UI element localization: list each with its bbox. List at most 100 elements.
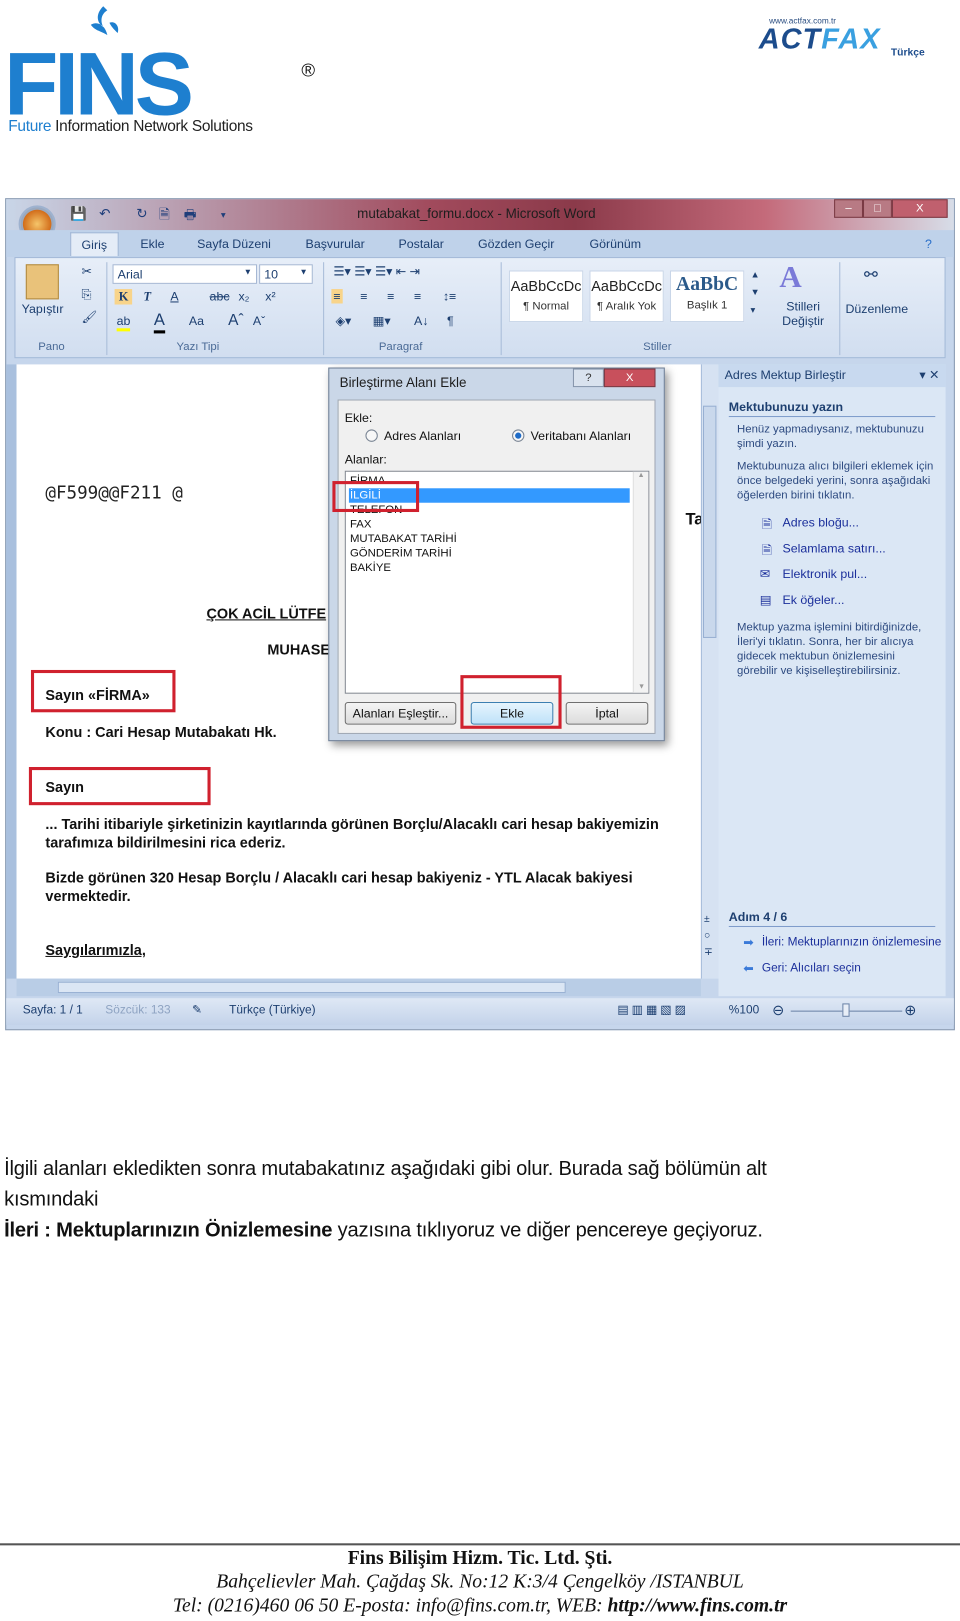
- styles-scroll[interactable]: ▲ ▼ ▾: [750, 266, 759, 319]
- horizontal-scroll-thumb[interactable]: [57, 981, 566, 994]
- browse-object-icons[interactable]: ± ○ ∓: [704, 912, 713, 962]
- customize-toolbar-icon[interactable]: ▾: [221, 210, 226, 221]
- align-left-icon[interactable]: ≡: [331, 289, 343, 304]
- tab-gozden-gecir[interactable]: Gözden Geçir: [478, 236, 554, 250]
- font-name-select[interactable]: Arial ▼: [112, 264, 258, 284]
- shrink-font-icon[interactable]: Aˇ: [253, 314, 265, 328]
- radio-database-fields[interactable]: [512, 429, 525, 442]
- editing-button[interactable]: Düzenleme: [845, 301, 908, 315]
- change-styles-button[interactable]: Stilleri Değiştir: [777, 299, 829, 328]
- line-spacing-icon[interactable]: ↕≡: [443, 289, 456, 303]
- sort-icon[interactable]: A↓: [414, 314, 428, 328]
- proofing-icon[interactable]: ✎: [192, 1002, 202, 1016]
- bold-button[interactable]: K: [114, 289, 133, 305]
- tab-basvurular[interactable]: Başvurular: [306, 236, 365, 250]
- list-scrollbar[interactable]: ▲ ▼: [632, 471, 649, 693]
- change-case-icon[interactable]: Aa: [189, 314, 204, 328]
- dialog-help-button[interactable]: ?: [572, 368, 604, 388]
- tab-ekle[interactable]: Ekle: [140, 236, 164, 250]
- style-preview: AaBbC: [676, 273, 739, 296]
- maximize-button[interactable]: □: [863, 199, 892, 218]
- ribbon-tabs: Giriş Ekle Sayfa Düzeni Başvurular Posta…: [6, 230, 954, 258]
- save-icon[interactable]: 💾: [70, 205, 87, 222]
- style-no-spacing[interactable]: AaBbCcDc ¶ Aralık Yok: [589, 270, 664, 323]
- vertical-scroll-thumb[interactable]: [702, 405, 717, 638]
- cut-icon[interactable]: ✂: [82, 264, 92, 278]
- tab-giris[interactable]: Giriş: [70, 232, 119, 257]
- bullets-icon[interactable]: ☰▾ ☰▾ ☰▾ ⇤ ⇥: [333, 264, 420, 278]
- match-fields-button[interactable]: Alanları Eşleştir...: [344, 701, 457, 725]
- arrow-right-icon: ➡: [743, 935, 754, 950]
- radio-database-label[interactable]: Veritabanı Alanları: [531, 428, 632, 442]
- window-title: mutabakat_formu.docx - Microsoft Word: [357, 205, 596, 221]
- radio-address-label[interactable]: Adres Alanları: [384, 428, 461, 442]
- minimize-button[interactable]: –: [834, 199, 864, 218]
- strikethrough-button[interactable]: abc: [210, 289, 230, 303]
- align-center-icon[interactable]: ≡: [360, 289, 367, 303]
- paragraph-1: ... Tarihi itibariyle şirketinizin kayıt…: [45, 815, 659, 851]
- pilcrow-icon[interactable]: ¶: [447, 314, 454, 328]
- copy-icon[interactable]: ⎘: [82, 287, 92, 302]
- zoom-level[interactable]: %100: [729, 1004, 759, 1016]
- tab-gorunum[interactable]: Görünüm: [589, 236, 641, 250]
- font-size-select[interactable]: 10 ▼: [259, 264, 313, 284]
- align-right-icon[interactable]: ≡: [387, 289, 394, 303]
- borders-icon[interactable]: ▦▾: [373, 314, 391, 328]
- subscript-button[interactable]: x₂: [238, 289, 249, 303]
- list-item[interactable]: GÖNDERİM TARİHİ: [349, 546, 630, 560]
- list-item[interactable]: MUTABAKAT TARİHİ: [349, 532, 630, 546]
- tab-postalar[interactable]: Postalar: [398, 236, 443, 250]
- font-color-icon[interactable]: A: [153, 312, 165, 334]
- shading-icon[interactable]: ◈▾: [335, 314, 351, 328]
- print-icon[interactable]: 🖶: [184, 205, 197, 228]
- font-size-value: 10: [264, 267, 279, 282]
- list-item[interactable]: FAX: [349, 517, 630, 531]
- ribbon: Yapıştır ✂ ⎘ 🖌 Pano Arial ▼ 10 ▼ K T A abc…: [14, 257, 946, 359]
- pane-close-icon[interactable]: ▾ ✕: [919, 367, 939, 381]
- zoom-out-icon[interactable]: ⊖: [772, 1001, 784, 1019]
- paste-icon[interactable]: [25, 264, 59, 300]
- actfax-name-b: FAX: [821, 22, 881, 55]
- tab-sayfa-duzeni[interactable]: Sayfa Düzeni: [197, 236, 271, 250]
- print-preview-icon[interactable]: 🗎: [159, 205, 170, 228]
- radio-address-fields[interactable]: [365, 429, 378, 442]
- underline-button[interactable]: A: [170, 289, 178, 303]
- view-buttons[interactable]: ▤▥▦▧▨: [617, 1002, 689, 1016]
- link-more-items[interactable]: Ek öğeler...: [782, 593, 844, 607]
- urgent-heading: ÇOK ACİL LÜTFE: [206, 604, 327, 622]
- next-step-link[interactable]: İleri: Mektuplarınızın önizlemesine: [762, 936, 941, 948]
- format-painter-icon[interactable]: 🖌: [82, 310, 98, 324]
- style-heading-1[interactable]: AaBbC Başlık 1: [669, 270, 745, 323]
- zoom-slider-thumb[interactable]: [842, 1003, 850, 1017]
- footer-divider: [0, 1543, 960, 1546]
- help-icon[interactable]: ?: [925, 236, 932, 250]
- grow-font-icon[interactable]: Aˆ: [228, 312, 243, 330]
- highlight-box: [332, 481, 420, 513]
- close-button[interactable]: X: [891, 199, 948, 218]
- justify-icon[interactable]: ≡: [414, 289, 421, 303]
- zoom-in-icon[interactable]: ⊕: [904, 1001, 916, 1019]
- previous-step-link[interactable]: Geri: Alıcıları seçin: [762, 962, 861, 974]
- redo-icon[interactable]: ↻: [136, 205, 147, 222]
- word-count[interactable]: Sözcük: 133: [105, 1004, 170, 1016]
- link-electronic-postage[interactable]: Elektronik pul...: [782, 567, 867, 581]
- language[interactable]: Türkçe (Türkiye): [229, 1004, 315, 1016]
- actfax-logo: www.actfax.com.tr ACTFAX Türkçe: [759, 12, 940, 64]
- group-yazi-tipi: Yazı Tipi: [176, 340, 220, 354]
- link-address-block[interactable]: Adres bloğu...: [782, 515, 858, 529]
- list-item[interactable]: BAKİYE: [349, 561, 630, 575]
- mail-merge-pane: Adres Mektup Birleştir ▾ ✕ Mektubunuzu ya…: [718, 364, 946, 997]
- link-greeting-line[interactable]: Selamlama satırı...: [782, 541, 885, 555]
- footer-web-link[interactable]: http://www.fins.com.tr: [608, 1595, 788, 1617]
- page-count[interactable]: Sayfa: 1 / 1: [23, 1004, 83, 1016]
- highlight-icon[interactable]: ab: [116, 314, 131, 332]
- dialog-close-button[interactable]: X: [603, 368, 656, 388]
- undo-icon[interactable]: ↶: [99, 205, 110, 222]
- pane-text-3: Mektup yazma işlemini bitirdiğinizde, İl…: [737, 621, 922, 678]
- postage-icon: ✉: [759, 566, 771, 582]
- italic-button[interactable]: T: [143, 289, 151, 304]
- cancel-button[interactable]: İptal: [565, 701, 649, 725]
- paste-button[interactable]: Yapıştır: [22, 301, 64, 315]
- superscript-button[interactable]: x²: [265, 289, 275, 303]
- style-normal[interactable]: AaBbCcDc ¶ Normal: [508, 270, 584, 323]
